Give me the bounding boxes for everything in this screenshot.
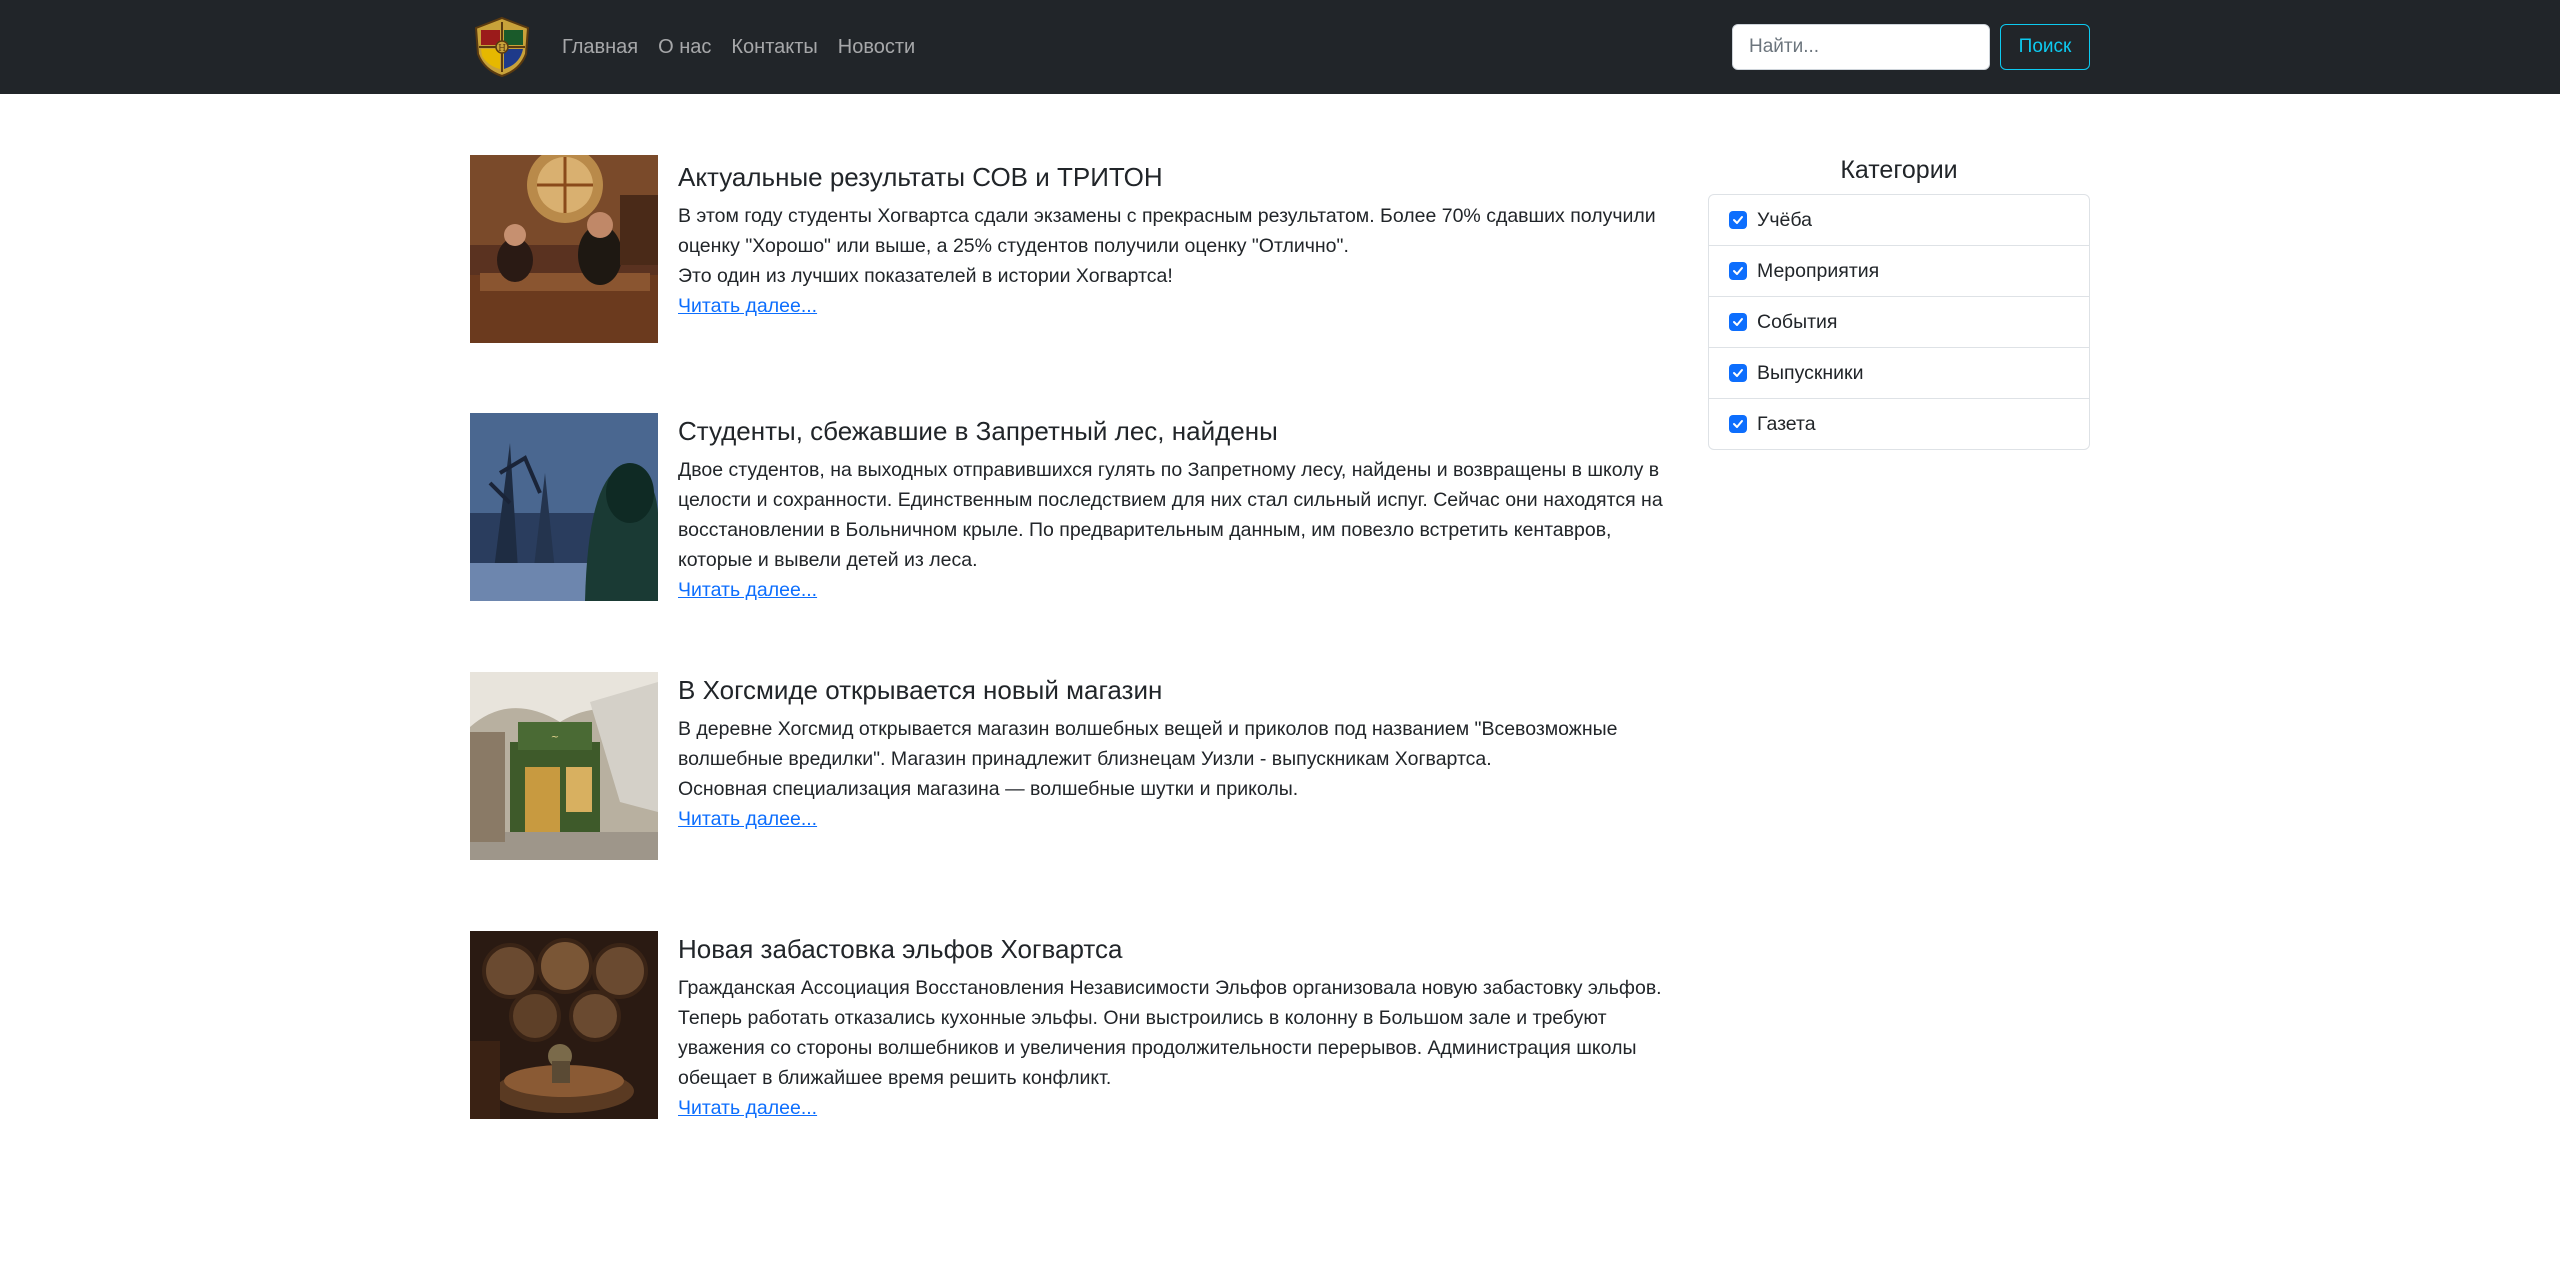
read-more-link[interactable]: Читать далее...	[678, 1093, 817, 1123]
article-text: Двое студентов, на выходных отправившихс…	[678, 455, 1678, 575]
category-item-newspaper[interactable]: Газета	[1709, 399, 2089, 449]
read-more-link[interactable]: Читать далее...	[678, 575, 817, 605]
nav-link-contacts[interactable]: Контакты	[731, 0, 817, 94]
nav-link-news[interactable]: Новости	[838, 0, 915, 94]
article-paragraph: Это один из лучших показателей в истории…	[678, 265, 1173, 287]
categories-sidebar: Категории Учёба Мероприятия События Выпу…	[1708, 150, 2090, 450]
article-thumbnail	[470, 413, 658, 601]
read-more-link[interactable]: Читать далее...	[678, 804, 817, 834]
article-paragraph: В деревне Хогсмид открывается магазин во…	[678, 718, 1618, 770]
hogwarts-crest-icon[interactable]: H	[470, 14, 534, 80]
nav-links: Главная О нас Контакты Новости	[562, 0, 935, 94]
nav-link-home[interactable]: Главная	[562, 0, 638, 94]
checkbox-checked-icon[interactable]	[1729, 415, 1747, 433]
article-thumbnail	[470, 931, 658, 1119]
sidebar-title: Категории	[1840, 156, 1958, 184]
article-thumbnail	[470, 155, 658, 343]
article-paragraph: Гражданская Ассоциация Восстановления Не…	[678, 977, 1662, 1089]
category-label: Мероприятия	[1757, 259, 1880, 282]
search-input[interactable]	[1732, 24, 1990, 70]
navbar: H Главная О нас Контакты Новости Поиск	[0, 0, 2560, 94]
article-body: В Хогсмиде открывается новый магазин В д…	[678, 672, 1678, 834]
category-label: События	[1757, 310, 1838, 333]
article-text: Гражданская Ассоциация Восстановления Не…	[678, 973, 1678, 1093]
checkbox-checked-icon[interactable]	[1729, 364, 1747, 382]
article-title: Новая забастовка эльфов Хогвартса	[678, 934, 1123, 964]
article-text: В этом году студенты Хогвартса сдали экз…	[678, 201, 1678, 291]
checkbox-checked-icon[interactable]	[1729, 262, 1747, 280]
category-label: Учёба	[1757, 208, 1812, 231]
svg-text:H: H	[498, 44, 506, 54]
svg-text:~: ~	[551, 732, 559, 743]
search-button[interactable]: Поиск	[2000, 24, 2090, 70]
category-label: Газета	[1757, 412, 1816, 435]
article-body: Новая забастовка эльфов Хогвартса Гражда…	[678, 931, 1678, 1123]
category-label: Выпускники	[1757, 361, 1864, 384]
article-title: Актуальные результаты СОВ и ТРИТОН	[678, 162, 1163, 192]
article-text: В деревне Хогсмид открывается магазин во…	[678, 714, 1678, 804]
article-paragraph: Основная специализация магазина — волшеб…	[678, 778, 1299, 800]
read-more-link[interactable]: Читать далее...	[678, 291, 817, 321]
checkbox-checked-icon[interactable]	[1729, 211, 1747, 229]
category-item-happenings[interactable]: События	[1709, 297, 2089, 348]
category-list: Учёба Мероприятия События Выпускники Газ…	[1708, 194, 2090, 450]
article-title: Студенты, сбежавшие в Запретный лес, най…	[678, 416, 1278, 446]
article-paragraph: В этом году студенты Хогвартса сдали экз…	[678, 205, 1656, 257]
checkbox-checked-icon[interactable]	[1729, 313, 1747, 331]
category-item-events[interactable]: Мероприятия	[1709, 246, 2089, 297]
article-thumbnail: ~	[470, 672, 658, 860]
nav-link-about[interactable]: О нас	[658, 0, 711, 94]
category-item-study[interactable]: Учёба	[1709, 195, 2089, 246]
category-item-graduates[interactable]: Выпускники	[1709, 348, 2089, 399]
article-body: Студенты, сбежавшие в Запретный лес, най…	[678, 413, 1678, 605]
article-paragraph: Двое студентов, на выходных отправившихс…	[678, 459, 1663, 571]
article-title: В Хогсмиде открывается новый магазин	[678, 675, 1163, 705]
article-body: Актуальные результаты СОВ и ТРИТОН В это…	[678, 155, 1678, 321]
